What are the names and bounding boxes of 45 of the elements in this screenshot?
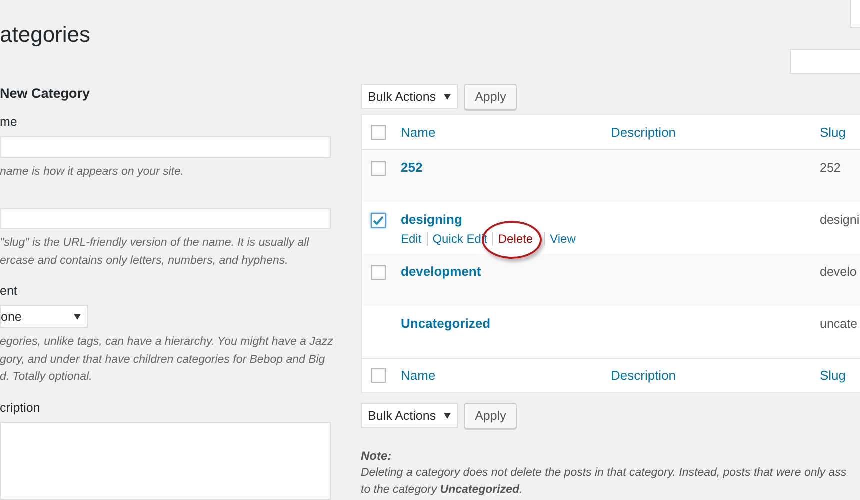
note-text: Deleting a category does not delete the posts in that category. Instead, posts that were only ass to the category Uncategorized.: [361, 466, 848, 498]
dropdown-caret-icon: [444, 94, 452, 100]
field-label: cription: [0, 400, 42, 416]
field-label: me: [0, 115, 18, 130]
page-title: ategories: [0, 22, 92, 49]
apply-button[interactable]: Apply: [464, 84, 518, 110]
bulk-actions-select[interactable]: Bulk Actions: [361, 403, 458, 428]
field-label: ent: [0, 284, 18, 299]
row-action-link[interactable]: View: [544, 232, 576, 246]
dropdown-caret-icon: [444, 412, 452, 418]
help-text: egories, unlike tags, can have a hierarchy. You might have a Jazz gory, and under that have children categories for Bebop and Big d. Totally optional.: [0, 335, 332, 386]
slug-text: 252: [820, 161, 841, 175]
column-header[interactable]: Name: [401, 368, 436, 383]
column-header[interactable]: Slug: [820, 368, 846, 383]
help-text: name is how it appears on your site.: [0, 164, 186, 180]
column-header[interactable]: Slug: [820, 124, 846, 140]
select-all-checkbox[interactable]: [371, 124, 386, 140]
parent-select[interactable]: one: [0, 304, 88, 328]
bulk-actions-select[interactable]: Bulk Actions: [361, 84, 458, 109]
search-field[interactable]: [790, 49, 860, 74]
column-header[interactable]: Description: [611, 124, 676, 140]
slug-text: designi: [820, 213, 860, 227]
description-field[interactable]: [0, 422, 331, 500]
help-text: "slug" is the URL-friendly version of the name. It is usually all ercase and contains only letters, numbers, and hyphens.: [0, 236, 310, 269]
slug-text: develo: [820, 265, 857, 279]
row-action-link[interactable]: Delete: [492, 232, 534, 246]
slug-text: uncate: [820, 317, 858, 331]
row-checkbox[interactable]: [371, 213, 386, 228]
row-checkbox[interactable]: [371, 265, 386, 280]
row-action-link[interactable]: Edit: [401, 232, 422, 246]
category-link[interactable]: 252: [401, 160, 423, 175]
row-checkbox[interactable]: [371, 161, 386, 176]
apply-button[interactable]: Apply: [464, 403, 518, 429]
category-link[interactable]: designing: [401, 212, 462, 227]
note-title: Note:: [361, 449, 393, 463]
select-all-checkbox[interactable]: [371, 368, 386, 383]
input-field[interactable]: [0, 208, 331, 230]
dropdown-caret-icon: [74, 314, 81, 320]
column-header[interactable]: Name: [401, 124, 436, 140]
column-header[interactable]: Description: [611, 368, 676, 383]
screen-options-tab[interactable]: [850, 0, 860, 28]
section-heading: New Category: [0, 86, 92, 102]
input-field[interactable]: [0, 136, 331, 158]
category-link[interactable]: Uncategorized: [401, 316, 491, 331]
category-link[interactable]: development: [401, 264, 482, 279]
